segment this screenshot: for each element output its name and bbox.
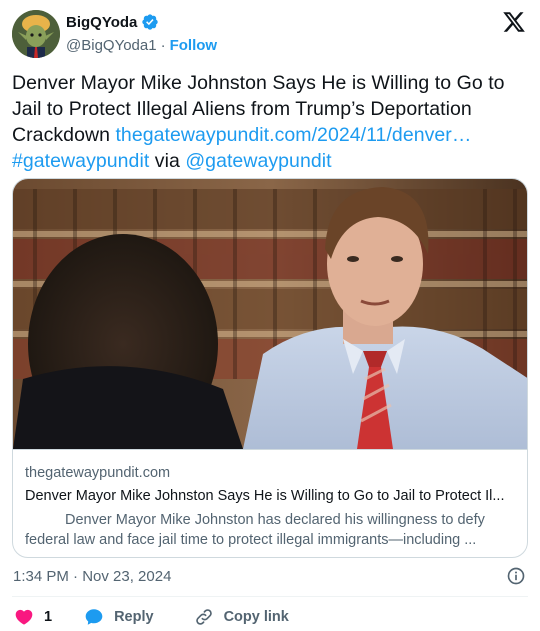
via-text: via (149, 150, 186, 172)
article-photo (13, 179, 527, 449)
link-icon (195, 609, 212, 625)
author-handle-row: @BigQYoda1 · Follow (66, 37, 217, 54)
tweet-container: BigQYoda @BigQYoda1 · Follow Denver Mayo… (0, 0, 540, 631)
mention-link[interactable]: @gatewaypundit (185, 150, 331, 172)
action-bar: 1 Reply Copy link (14, 606, 289, 628)
reply-label: Reply (114, 609, 154, 625)
divider (12, 596, 528, 597)
copy-link-label: Copy link (223, 609, 289, 625)
avatar-image (12, 10, 60, 58)
card-image[interactable] (13, 179, 527, 449)
card-description: Denver Mayor Mike Johnston has declared … (25, 512, 485, 548)
like-count: 1 (44, 609, 53, 625)
avatar[interactable] (12, 10, 60, 58)
link-card[interactable]: thegatewaypundit.com Denver Mayor Mike J… (12, 178, 528, 558)
info-icon[interactable] (506, 566, 526, 586)
author-handle[interactable]: @BigQYoda1 (66, 37, 157, 54)
x-logo-icon[interactable] (502, 10, 526, 34)
tweet-text: Denver Mayor Mike Johnston Says He is Wi… (12, 70, 527, 174)
card-title[interactable]: Denver Mayor Mike Johnston Says He is Wi… (25, 486, 517, 506)
hashtag-link[interactable]: #gatewaypundit (12, 150, 149, 172)
author-name-row: BigQYoda (66, 13, 159, 31)
author-display-name[interactable]: BigQYoda (66, 14, 137, 31)
tweet-timestamp[interactable]: 1:34 PM · Nov 23, 2024 (13, 568, 171, 585)
heart-icon (15, 609, 33, 625)
follow-button[interactable]: Follow (170, 37, 218, 54)
card-domain: thegatewaypundit.com (25, 465, 171, 481)
copy-link-button[interactable]: Copy link (194, 607, 289, 627)
reply-bubble-icon (85, 609, 103, 625)
article-link[interactable]: thegatewaypundit.com/2024/11/denver… (115, 124, 471, 146)
verified-badge-icon (142, 14, 159, 30)
reply-button[interactable]: Reply (84, 607, 154, 627)
card-meta: thegatewaypundit.com Denver Mayor Mike J… (13, 449, 527, 557)
like-button[interactable]: 1 (14, 607, 84, 627)
handle-separator: · (160, 37, 166, 54)
